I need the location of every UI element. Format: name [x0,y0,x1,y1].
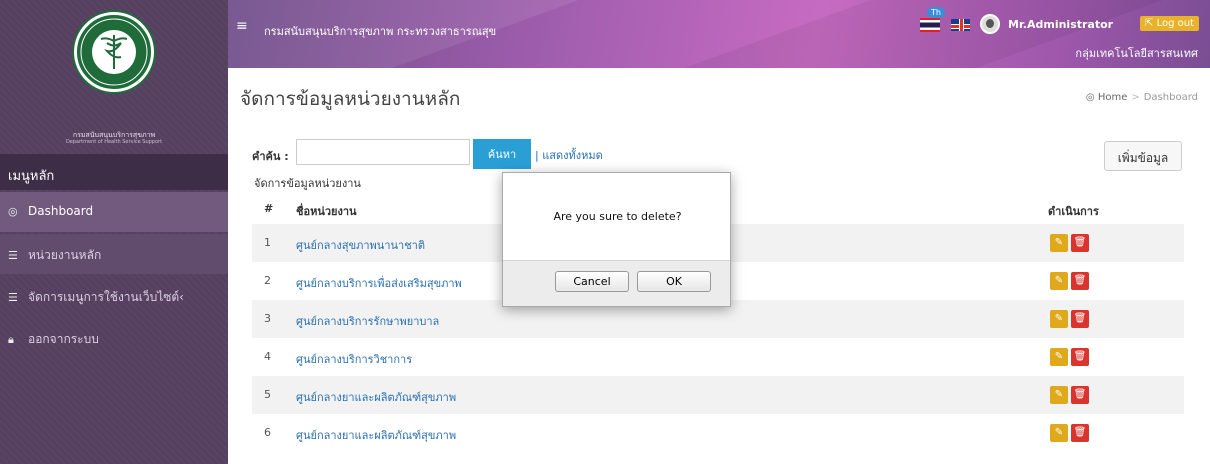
logout-button[interactable]: ⇱ Log out [1140,16,1199,31]
logout-icon: ⇱ [1145,18,1157,29]
hamburger-menu-icon[interactable]: ≡ [236,18,248,34]
language-badge: Th [927,7,945,18]
logout-label: Log out [1156,18,1194,29]
ok-button[interactable]: OK [637,271,711,292]
dialog-footer: Cancel OK [503,260,730,306]
cancel-button[interactable]: Cancel [555,271,629,292]
dialog-message: Are you sure to delete? [553,210,682,223]
thai-flag-icon[interactable] [920,18,940,32]
user-group: กลุ่มเทคโนโลยีสารสนเทศ [1075,47,1198,60]
confirm-dialog: Are you sure to delete? Cancel OK [502,172,731,307]
organization-title: กรมสนับสนุนบริการสุขภาพ กระทรวงสาธารณสุข [264,25,497,38]
username: Mr.Administrator [1008,18,1114,31]
uk-flag-icon[interactable] [951,19,970,31]
user-avatar [980,14,1000,34]
